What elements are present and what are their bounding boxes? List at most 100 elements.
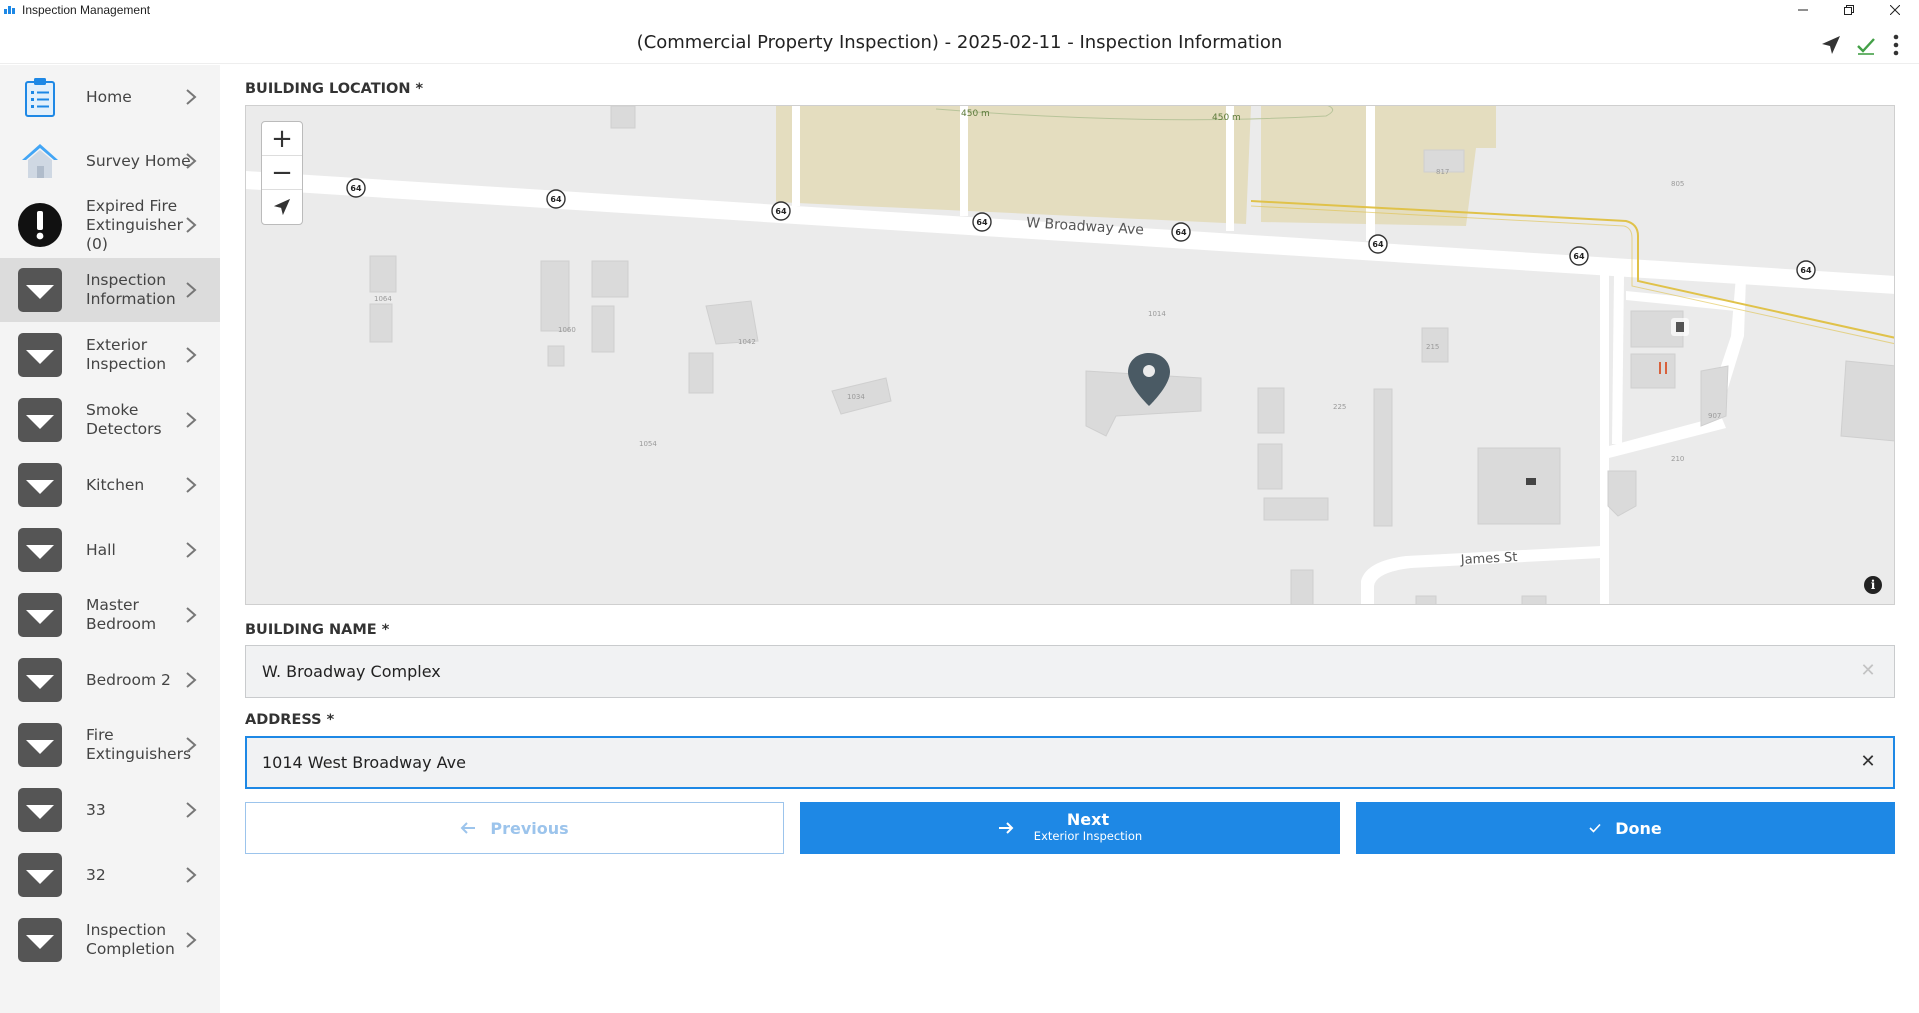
page-header: (Commercial Property Inspection) - 2025-…	[0, 24, 1919, 64]
sidebar-item-label: Hall	[86, 540, 116, 559]
address-label: ADDRESS *	[245, 712, 335, 728]
chevron-right-icon	[186, 672, 197, 688]
sidebar-item-label: Home	[86, 87, 132, 106]
sidebar-item-fire-extinguishers[interactable]: Fire Extinguishers	[0, 713, 220, 777]
done-button-label: Done	[1615, 818, 1662, 838]
sidebar-item-bedroom-2[interactable]: Bedroom 2	[0, 648, 220, 712]
more-options-icon[interactable]	[1883, 32, 1909, 58]
svg-text:1054: 1054	[639, 440, 657, 448]
chevron-right-icon	[186, 477, 197, 493]
svg-text:1014: 1014	[1148, 310, 1166, 318]
building-name-field[interactable]: ✕	[245, 645, 1895, 698]
chevron-right-icon	[186, 282, 197, 298]
sidebar-item-kitchen[interactable]: Kitchen	[0, 453, 220, 517]
sidebar-item-label: Exterior Inspection	[86, 336, 167, 373]
svg-text:1064: 1064	[374, 295, 392, 303]
sidebar-item-inspection-information[interactable]: Inspection Information	[0, 258, 220, 322]
svg-text:64: 64	[1175, 228, 1187, 237]
clear-address-icon[interactable]: ✕	[1858, 752, 1878, 772]
svg-text:1060: 1060	[558, 326, 576, 334]
close-window-icon[interactable]	[1872, 0, 1918, 20]
zoom-in-button[interactable]: +	[262, 122, 302, 156]
next-button-sublabel: Exterior Inspection	[1033, 829, 1143, 843]
svg-text:225: 225	[1333, 403, 1346, 411]
dropdown-arrow-icon	[17, 332, 63, 378]
exclamation-alert-icon	[17, 202, 63, 248]
house-icon	[17, 138, 63, 184]
sidebar-item-label: Smoke Detectors	[86, 401, 162, 438]
sidebar-item-label: Fire Extinguishers	[86, 726, 192, 763]
clipboard-checklist-icon	[17, 74, 63, 120]
building-location-map[interactable]: 64 64 64 64 64 64 64 64 W Broadway Ave James …	[245, 105, 1895, 605]
sidebar-item-33[interactable]: 33	[0, 778, 220, 842]
chevron-right-icon	[186, 932, 197, 948]
svg-text:64: 64	[550, 195, 562, 204]
checkmark-icon	[1589, 823, 1601, 833]
dropdown-arrow-icon	[17, 722, 63, 768]
sidebar-item-hall[interactable]: Hall	[0, 518, 220, 582]
sidebar-item-inspection-completion[interactable]: Inspection Completion	[0, 908, 220, 972]
dropdown-arrow-icon	[17, 527, 63, 573]
svg-text:210: 210	[1671, 455, 1684, 463]
window-titlebar: Inspection Management	[0, 0, 1919, 20]
dropdown-arrow-icon	[17, 267, 63, 313]
sidebar: Home Survey Home Expired Fire Extinguish…	[0, 65, 220, 1013]
address-input[interactable]	[262, 738, 1822, 787]
chevron-right-icon	[186, 347, 197, 363]
locate-me-button[interactable]	[262, 190, 302, 224]
svg-text:James St: James St	[1459, 550, 1517, 568]
sidebar-item-label: Survey Home	[86, 151, 191, 170]
minimize-icon[interactable]	[1780, 0, 1826, 20]
chevron-right-icon	[186, 802, 197, 818]
sidebar-item-label: Kitchen	[86, 475, 145, 494]
sidebar-item-label: 33	[86, 800, 106, 819]
clear-building-name-icon[interactable]: ✕	[1858, 661, 1878, 681]
sidebar-item-expired-fire-extinguisher[interactable]: Expired Fire Extinguisher (0)	[0, 193, 220, 257]
next-button[interactable]: Next Exterior Inspection	[800, 802, 1340, 854]
map-canvas: 646464 646464 6464 W Broadway Ave James …	[246, 106, 1894, 604]
svg-text:817: 817	[1436, 168, 1449, 176]
sidebar-item-exterior-inspection[interactable]: Exterior Inspection	[0, 323, 220, 387]
next-button-text: Next Exterior Inspection	[1034, 812, 1142, 844]
sidebar-item-smoke-detectors[interactable]: Smoke Detectors	[0, 388, 220, 452]
previous-button-label: Previous	[490, 818, 569, 838]
address-field[interactable]: ✕	[245, 736, 1895, 789]
sidebar-item-master-bedroom[interactable]: Master Bedroom	[0, 583, 220, 647]
previous-button[interactable]: Previous	[245, 802, 784, 854]
chevron-right-icon	[186, 412, 197, 428]
sidebar-item-label: Inspection Completion	[86, 921, 175, 958]
restore-icon[interactable]	[1826, 0, 1872, 20]
svg-text:64: 64	[1573, 252, 1585, 261]
chevron-right-icon	[186, 217, 197, 233]
chevron-right-icon	[186, 89, 197, 105]
chevron-right-icon	[186, 737, 197, 753]
svg-text:215: 215	[1426, 343, 1439, 351]
dropdown-arrow-icon	[17, 462, 63, 508]
app-title: Inspection Management	[22, 3, 151, 17]
zoom-out-button[interactable]: −	[262, 156, 302, 190]
arrow-left-icon	[460, 822, 476, 834]
sidebar-item-label: Inspection Information	[86, 271, 176, 308]
svg-text:64: 64	[1372, 240, 1384, 249]
sidebar-item-home[interactable]: Home	[0, 65, 220, 129]
dropdown-arrow-icon	[17, 852, 63, 898]
svg-text:450 m: 450 m	[1212, 113, 1241, 123]
svg-text:64: 64	[1800, 266, 1812, 275]
svg-text:805: 805	[1671, 180, 1684, 188]
sidebar-item-label: Master Bedroom	[86, 596, 157, 633]
building-name-input[interactable]	[262, 646, 1822, 697]
dropdown-arrow-icon	[17, 397, 63, 443]
done-button[interactable]: Done	[1356, 802, 1895, 854]
checkmark-icon[interactable]	[1853, 32, 1879, 58]
svg-text:64: 64	[775, 207, 787, 216]
dropdown-arrow-icon	[17, 787, 63, 833]
chevron-right-icon	[186, 542, 197, 558]
sidebar-item-32[interactable]: 32	[0, 843, 220, 907]
navigation-arrow-icon[interactable]	[1818, 32, 1844, 58]
dropdown-arrow-icon	[17, 592, 63, 638]
map-zoom-controls: + −	[261, 121, 303, 225]
map-info-button[interactable]: i	[1864, 576, 1882, 594]
sidebar-item-survey-home[interactable]: Survey Home	[0, 129, 220, 193]
next-button-label: Next	[1066, 810, 1110, 829]
svg-text:64: 64	[976, 218, 988, 227]
